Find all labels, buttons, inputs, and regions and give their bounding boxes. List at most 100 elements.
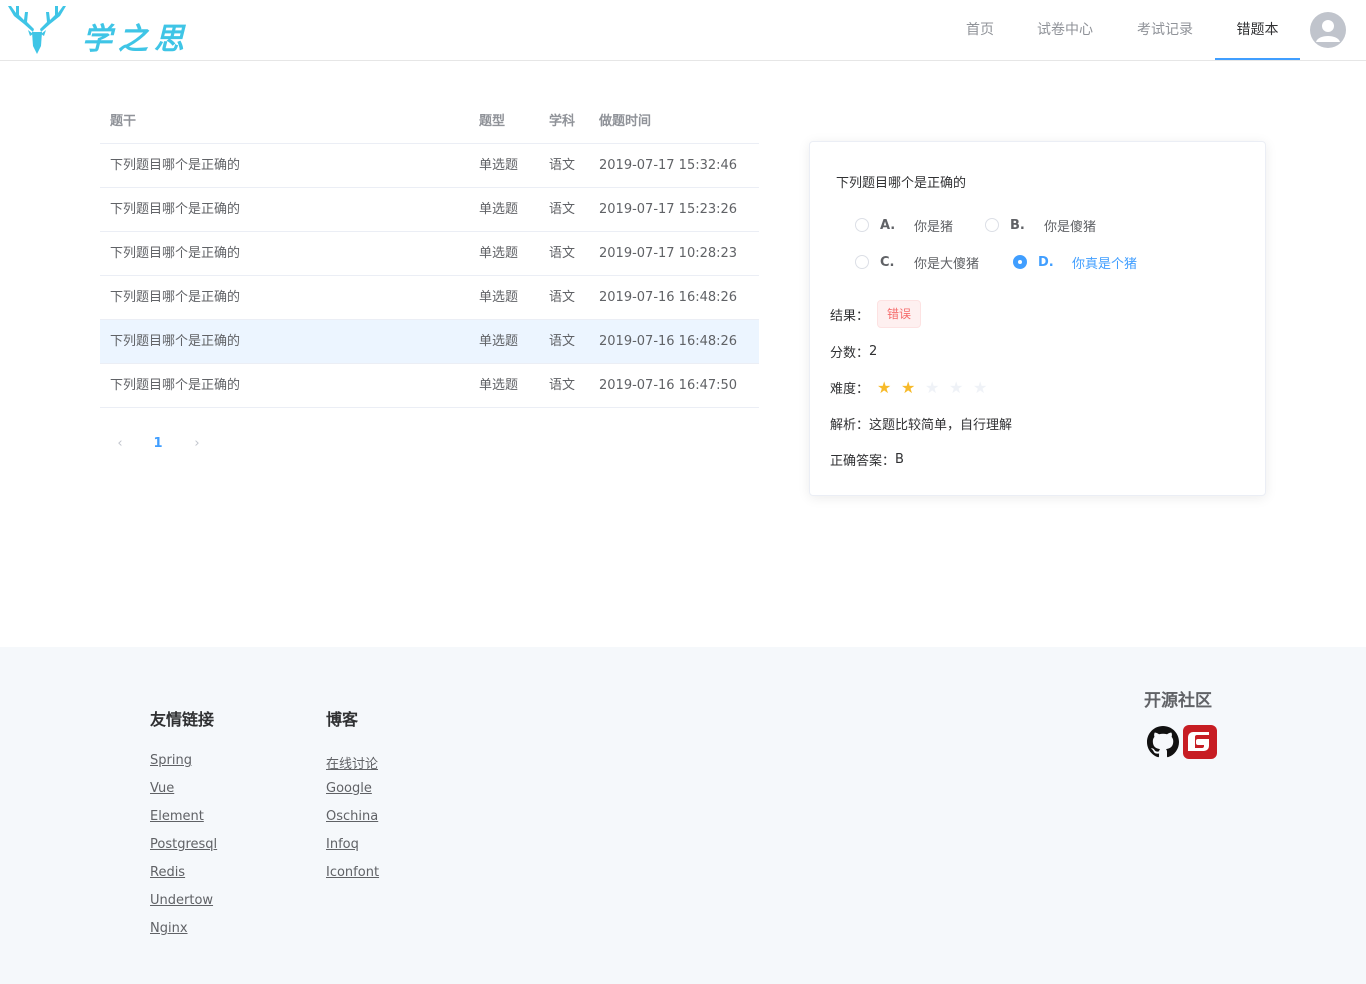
option-d[interactable]: D. 你真是个猪 [1013, 253, 1138, 272]
row-time: 2019-07-16 16:48:26 [599, 290, 738, 305]
row-stem: 下列题目哪个是正确的 [110, 378, 241, 393]
table-row[interactable]: 下列题目哪个是正确的 单选题 语文 2019-07-17 15:32:46 [100, 144, 759, 188]
result-label: 结果： [830, 308, 870, 324]
option-key: A. [880, 217, 896, 233]
score-row: 分数： 2 [830, 342, 877, 361]
difficulty-rating: ★ ★ ★ ★ ★ [877, 378, 997, 397]
star-icon: ★ [877, 378, 892, 397]
row-stem: 下列题目哪个是正确的 [110, 290, 241, 305]
footer-link-element[interactable]: Element [150, 809, 204, 824]
radio-c[interactable] [855, 255, 869, 269]
chevron-left-icon[interactable]: ‹ [105, 430, 135, 458]
footer-link-undertow[interactable]: Undertow [150, 893, 213, 908]
gitee-icon[interactable] [1183, 725, 1217, 759]
row-type: 单选题 [479, 378, 519, 393]
nav-wrong-questions[interactable]: 错题本 [1215, 0, 1300, 60]
footer-link-vue[interactable]: Vue [150, 781, 174, 796]
difficulty-row: 难度： ★ ★ ★ ★ ★ [830, 378, 997, 397]
row-time: 2019-07-17 15:32:46 [599, 158, 738, 173]
question-title: 下列题目哪个是正确的 [836, 176, 967, 191]
row-subject: 语文 [549, 202, 576, 217]
row-type: 单选题 [479, 290, 519, 305]
open-source-title: 开源社区 [1144, 691, 1212, 711]
footer-link-postgresql[interactable]: Postgresql [150, 837, 217, 852]
blog-title: 博客 [326, 710, 359, 729]
option-c[interactable]: C. 你是大傻猪 [855, 253, 980, 272]
radio-b[interactable] [985, 218, 999, 232]
row-time: 2019-07-16 16:48:26 [599, 334, 738, 349]
score-label: 分数： [830, 346, 870, 361]
table-header: 题干 题型 学科 做题时间 [100, 100, 759, 144]
option-text: 你是傻猪 [1044, 219, 1097, 235]
footer-link-redis[interactable]: Redis [150, 865, 185, 880]
radio-a[interactable] [855, 218, 869, 232]
footer-link-spring[interactable]: Spring [150, 753, 192, 768]
table-row[interactable]: 下列题目哪个是正确的 单选题 语文 2019-07-17 15:23:26 [100, 188, 759, 232]
option-text: 你真是个猪 [1072, 256, 1138, 272]
friend-links-title: 友情链接 [150, 710, 215, 729]
row-stem: 下列题目哪个是正确的 [110, 334, 241, 349]
header-type: 题型 [479, 114, 506, 129]
blog-link-oschina[interactable]: Oschina [326, 809, 378, 824]
difficulty-label: 难度： [830, 382, 870, 397]
option-b[interactable]: B. 你是傻猪 [985, 216, 1097, 235]
result-row: 结果： 错误 [830, 300, 922, 328]
answer-value: B [895, 452, 904, 467]
page-number-1[interactable]: 1 [143, 430, 173, 458]
score-value: 2 [869, 344, 878, 359]
row-subject: 语文 [549, 334, 576, 349]
star-icon: ★ [925, 378, 940, 397]
row-type: 单选题 [479, 202, 519, 217]
footer-link-nginx[interactable]: Nginx [150, 921, 188, 936]
header-stem: 题干 [110, 114, 137, 129]
row-stem: 下列题目哪个是正确的 [110, 246, 241, 261]
star-icon: ★ [973, 378, 988, 397]
row-stem: 下列题目哪个是正确的 [110, 202, 241, 217]
answer-row: 正确答案： B [830, 450, 904, 469]
nav-paper-center[interactable]: 试卷中心 [1026, 0, 1104, 60]
row-time: 2019-07-17 15:23:26 [599, 202, 738, 217]
table-row[interactable]: 下列题目哪个是正确的 单选题 语文 2019-07-16 16:47:50 [100, 364, 759, 408]
nav-home[interactable]: 首页 [956, 0, 1004, 60]
row-type: 单选题 [479, 158, 519, 173]
nav-exam-records[interactable]: 考试记录 [1126, 0, 1204, 60]
table-row[interactable]: 下列题目哪个是正确的 单选题 语文 2019-07-17 10:28:23 [100, 232, 759, 276]
chevron-right-icon[interactable]: › [182, 430, 212, 458]
header-time[interactable]: 做题时间 [599, 100, 651, 144]
user-avatar-icon[interactable] [1310, 12, 1346, 48]
site-logo[interactable]: 学之思 [4, 2, 190, 58]
row-time: 2019-07-17 10:28:23 [599, 246, 738, 261]
star-icon: ★ [949, 378, 964, 397]
radio-d[interactable] [1013, 255, 1027, 269]
option-text: 你是大傻猪 [914, 256, 980, 272]
footer: 友情链接 Spring Vue Element Postgresql Redis… [0, 647, 1366, 984]
analysis-row: 解析： 这题比较简单，自行理解 [830, 414, 1012, 433]
question-detail-card: 下列题目哪个是正确的 A. 你是猪 B. 你是傻猪 C. 你是大傻猪 D. 你真… [809, 141, 1266, 496]
blog-link-infoq[interactable]: Infoq [326, 837, 359, 852]
github-icon[interactable] [1147, 726, 1179, 758]
table-row-selected[interactable]: 下列题目哪个是正确的 单选题 语文 2019-07-16 16:48:26 [100, 320, 759, 364]
row-subject: 语文 [549, 246, 576, 261]
row-type: 单选题 [479, 334, 519, 349]
row-time: 2019-07-16 16:47:50 [599, 378, 738, 393]
blog-link-google[interactable]: Google [326, 781, 372, 796]
result-tag: 错误 [877, 300, 922, 328]
blog-link-discussion[interactable]: 在线讨论 [326, 753, 378, 772]
row-subject: 语文 [549, 158, 576, 173]
table-row[interactable]: 下列题目哪个是正确的 单选题 语文 2019-07-16 16:48:26 [100, 276, 759, 320]
deer-logo-icon [8, 6, 66, 54]
top-navbar: 学之思 首页 试卷中心 考试记录 错题本 [0, 0, 1366, 61]
option-a[interactable]: A. 你是猪 [855, 216, 954, 235]
option-key: D. [1038, 254, 1054, 270]
row-stem: 下列题目哪个是正确的 [110, 158, 241, 173]
blog-link-iconfont[interactable]: Iconfont [326, 865, 379, 880]
row-type: 单选题 [479, 246, 519, 261]
header-subject: 学科 [549, 114, 576, 129]
star-icon: ★ [901, 378, 916, 397]
wrong-question-table: 题干 题型 学科 做题时间 下列题目哪个是正确的 单选题 语文 2019-07-… [100, 100, 759, 408]
option-key: B. [1010, 217, 1025, 233]
option-text: 你是猪 [914, 219, 954, 235]
analysis-label: 解析： [830, 418, 870, 433]
row-subject: 语文 [549, 290, 576, 305]
answer-label: 正确答案： [830, 454, 896, 469]
